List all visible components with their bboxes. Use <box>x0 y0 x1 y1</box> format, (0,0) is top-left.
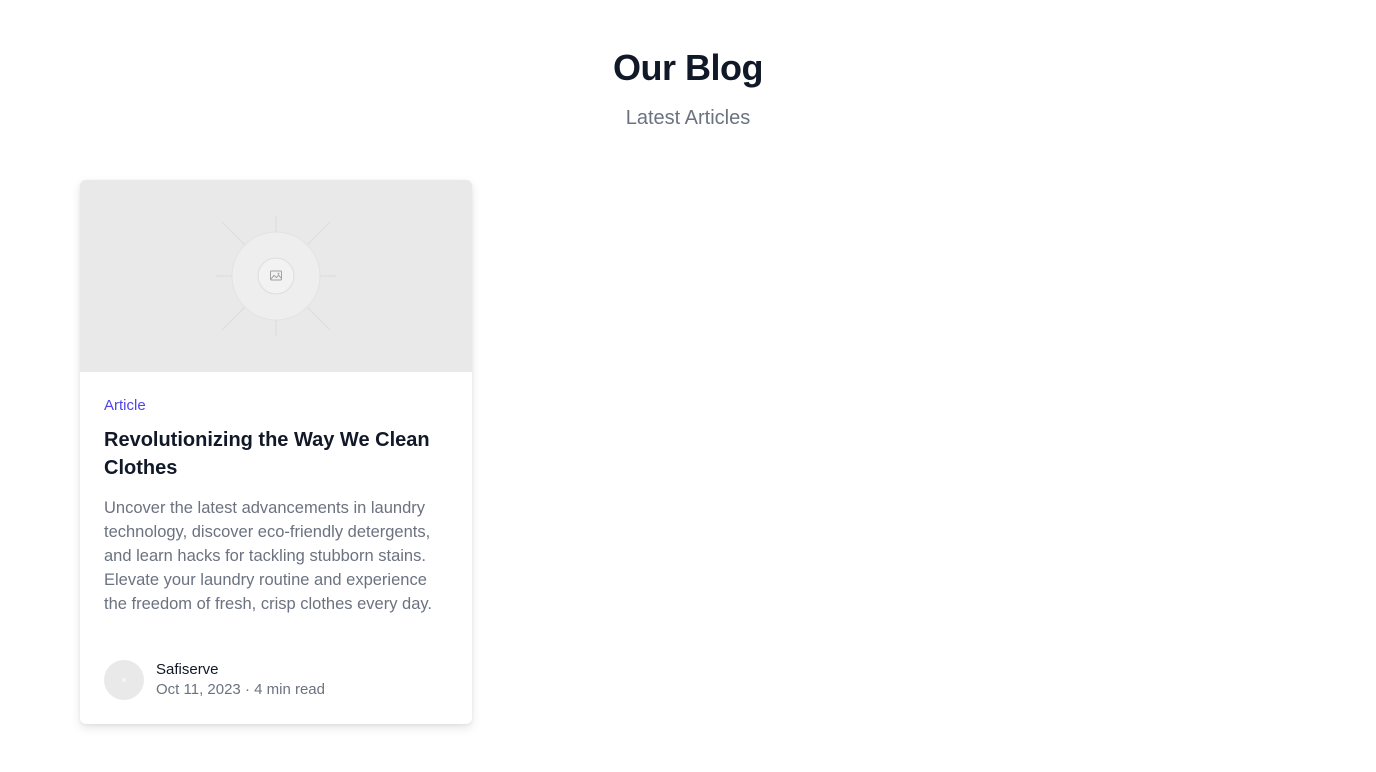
blog-post-card[interactable]: Article Revolutionizing the Way We Clean… <box>80 180 472 724</box>
post-date: Oct 11, 2023 <box>156 681 241 698</box>
meta-separator: · <box>244 681 250 698</box>
image-placeholder-graphic <box>216 216 336 336</box>
author-name[interactable]: Safiserve <box>156 660 219 680</box>
avatar-placeholder-icon <box>122 678 126 682</box>
author-row: Safiserve Oct 11, 2023 · 4 min read <box>104 660 448 700</box>
post-image-placeholder[interactable] <box>80 180 472 372</box>
page-subtitle: Latest Articles <box>625 107 751 129</box>
post-read-time: 4 min read <box>254 681 325 698</box>
blog-page: Our Blog Latest Articles Article Revolut… <box>0 0 1376 772</box>
post-meta: Oct 11, 2023 · 4 min read <box>156 680 325 700</box>
post-excerpt: Uncover the latest advancements in laund… <box>104 499 433 613</box>
page-title: Our Blog <box>613 47 763 88</box>
post-title[interactable]: Revolutionizing the Way We Clean Clothes <box>104 426 448 482</box>
avatar[interactable] <box>104 660 144 700</box>
post-category[interactable]: Article <box>104 396 448 416</box>
card-body: Article Revolutionizing the Way We Clean… <box>104 396 448 616</box>
